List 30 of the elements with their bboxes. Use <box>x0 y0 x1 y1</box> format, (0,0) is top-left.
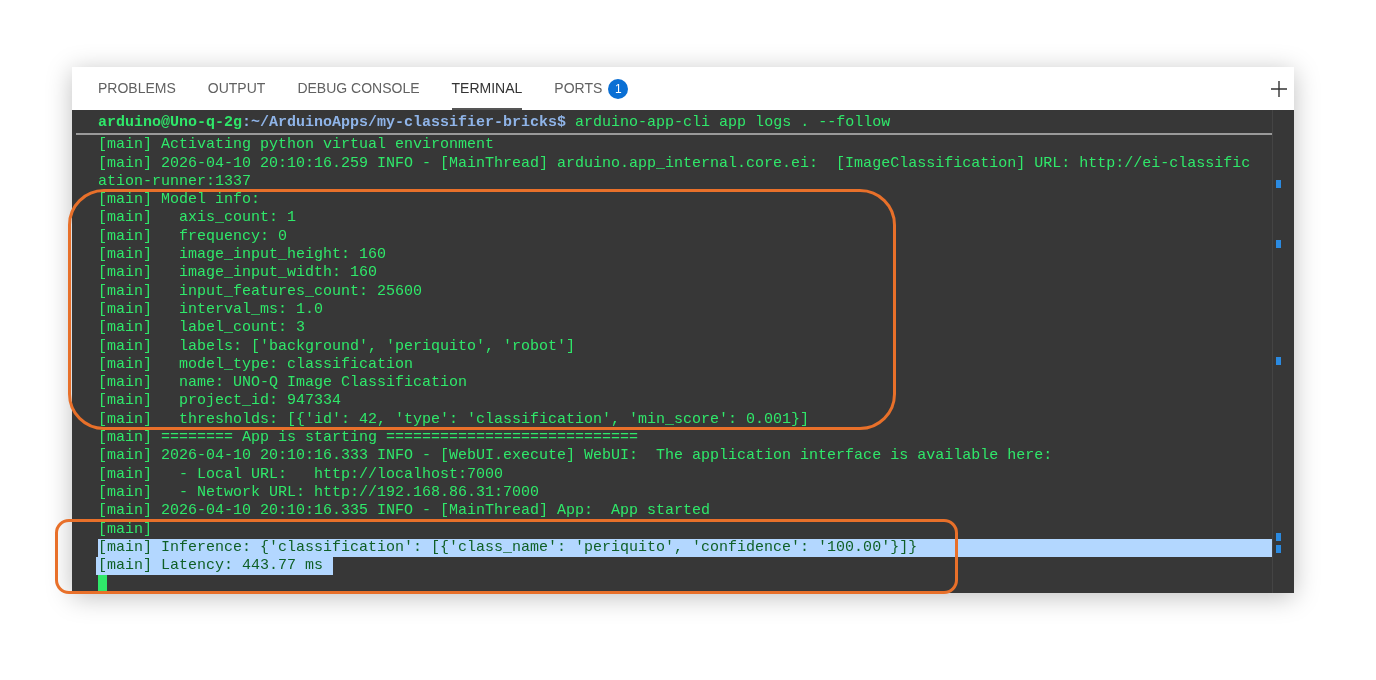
log-line: [main] 2026-04-10 20:10:16.333 INFO - [WebUI.execute] WebUI: The application interface is available here: <box>98 447 1053 466</box>
log-line: [main] <box>98 520 152 539</box>
log-line: [main] - Local URL: http://localhost:7000 <box>98 465 504 484</box>
panel-tab[interactable]: PORTS 1 <box>554 67 629 110</box>
cursor <box>98 575 107 594</box>
log-line: [main] model_type: classification <box>98 355 414 375</box>
log-line: [main] image_input_height: 160 <box>98 246 387 265</box>
log-line: [main] axis_count: 1 <box>98 209 297 228</box>
log-line: [main] interval_ms: 1.0 <box>98 300 324 320</box>
plus-icon[interactable] <box>1270 79 1288 98</box>
log-line: [main] ======== App is starting ============================ <box>98 429 639 448</box>
panel-tab[interactable]: OUTPUT <box>207 67 266 110</box>
log-line: [main] project_id: 947334 <box>98 392 342 411</box>
log-line: [main] image_input_width: 160 <box>98 264 378 283</box>
log-line: [main] name: UNO-Q Image Classification <box>98 374 468 393</box>
log-line: [main] - Network URL: http://192.168.86.31:7000 <box>98 483 540 503</box>
command-prompt: arduino@Uno-q-2g:~/ArduinoApps/my-classifier-bricks$ arduino-app-cli app logs . --follow <box>98 114 892 133</box>
log-line: [main] input_features_count: 25600 <box>98 282 423 301</box>
log-line: [main] label_count: 3 <box>98 319 306 338</box>
log-line: [main] frequency: 0 <box>98 227 288 247</box>
log-line: [main] thresholds: [{'id': 42, 'type': 'classification', 'min_score': 0.001}] <box>98 410 810 430</box>
count-badge: 1 <box>608 78 629 99</box>
log-line: [main] Model info: <box>98 191 261 210</box>
log-line: [main] 2026-04-10 20:10:16.335 INFO - [MainThread] App: App started <box>98 502 711 521</box>
log-line: [main] Activating python virtual environment <box>98 136 495 155</box>
panel-tab[interactable]: DEBUG CONSOLE <box>297 67 420 110</box>
log-line: ation-runner:1337 <box>98 172 252 192</box>
log-line: [main] labels: ['background', 'periquito', 'robot'] <box>98 337 576 356</box>
log-line: [main] 2026-04-10 20:10:16.259 INFO - [MainThread] arduino.app_internal.core.ei: [ImageClassification] URL: http://ei-classific <box>98 154 1251 173</box>
panel-tab[interactable]: PROBLEMS <box>98 67 176 110</box>
